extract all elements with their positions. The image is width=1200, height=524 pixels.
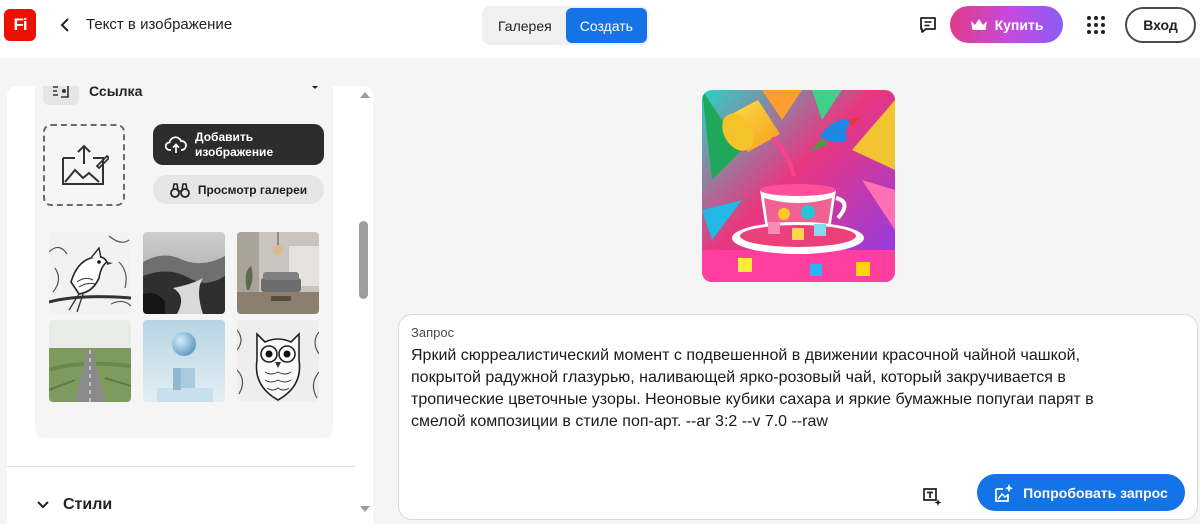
crown-icon [970, 18, 987, 30]
prompt-label: Запрос [411, 325, 455, 340]
chat-bubble-icon [920, 17, 936, 33]
browse-gallery-label: Просмотр галереи [197, 182, 308, 197]
reference-type-icon-box [43, 86, 79, 105]
living-room-icon [237, 232, 319, 314]
scroll-up-arrow[interactable] [360, 92, 370, 98]
reference-thumbnail-bird[interactable] [49, 232, 131, 314]
cloud-upload-icon [165, 135, 187, 153]
panel-scrollbar[interactable] [357, 86, 373, 524]
sparkle-image-icon [995, 483, 1014, 502]
scrollbar-thumb[interactable] [359, 221, 368, 299]
page-title: Текст в изображение [86, 16, 233, 33]
prompt-text[interactable]: Яркий сюрреалистический момент с подвеше… [411, 345, 1131, 433]
owl-sketch-icon [237, 320, 319, 402]
misty-river-icon [143, 232, 225, 314]
ball-on-cube-icon [143, 320, 225, 402]
reference-thumbnail-river[interactable] [143, 232, 225, 314]
bird-sketch-icon [49, 232, 131, 314]
image-upload-icon [62, 144, 109, 185]
teacup-artwork-icon [702, 90, 895, 282]
buy-label: Купить [994, 16, 1044, 33]
try-prompt-button[interactable]: Попробовать запрос [977, 474, 1185, 511]
straight-road-icon [49, 320, 131, 402]
tab-gallery[interactable]: Галерея [484, 8, 566, 43]
composition-icon [53, 86, 69, 98]
panel-divider [7, 466, 355, 467]
styles-section-toggle[interactable]: Стили [37, 496, 112, 514]
feedback-button[interactable] [916, 13, 940, 37]
try-prompt-label: Попробовать запрос [1023, 484, 1168, 501]
mode-switch: Галерея Создать [482, 6, 649, 45]
buy-button[interactable]: Купить [950, 6, 1063, 43]
reference-type-label: Ссылка [89, 86, 143, 99]
styles-label: Стили [63, 496, 113, 513]
binoculars-icon [169, 182, 190, 198]
apps-grid-button[interactable] [1085, 14, 1107, 36]
image-drop-zone[interactable] [43, 124, 125, 206]
reference-thumbnail-road[interactable] [49, 320, 131, 402]
add-image-label: Добавить изображение [195, 129, 274, 159]
browse-gallery-button[interactable]: Просмотр галереи [153, 175, 324, 204]
tab-create[interactable]: Создать [565, 8, 647, 43]
back-button[interactable] [54, 14, 76, 36]
chevron-down-icon [37, 501, 49, 509]
logo-text: Fi [13, 15, 27, 34]
reference-type-dropdown[interactable]: Ссылка [43, 86, 323, 106]
chevron-left-icon [60, 18, 69, 32]
scroll-down-arrow[interactable] [360, 506, 370, 512]
reference-thumbnail-owl[interactable] [237, 320, 319, 402]
firefly-logo[interactable]: Fi [4, 9, 36, 41]
chevron-down-icon [311, 86, 319, 90]
prompt-suggest-button[interactable] [921, 485, 945, 509]
text-magic-icon [923, 488, 942, 506]
top-bar: Fi Текст в изображение Галерея Создать К… [0, 0, 1200, 58]
settings-panel: Ссылка Добавить изображение Просмотр гал… [7, 86, 373, 524]
prompt-card: Запрос Яркий сюрреалистический момент с … [398, 314, 1198, 520]
example-preview-image[interactable] [702, 90, 895, 282]
reference-thumbnail-living-room[interactable] [237, 232, 319, 314]
login-button[interactable]: Вход [1125, 7, 1196, 43]
reference-thumbnail-sphere-cube[interactable] [143, 320, 225, 402]
add-image-button[interactable]: Добавить изображение [153, 124, 324, 165]
reference-section: Ссылка Добавить изображение Просмотр гал… [35, 86, 333, 438]
